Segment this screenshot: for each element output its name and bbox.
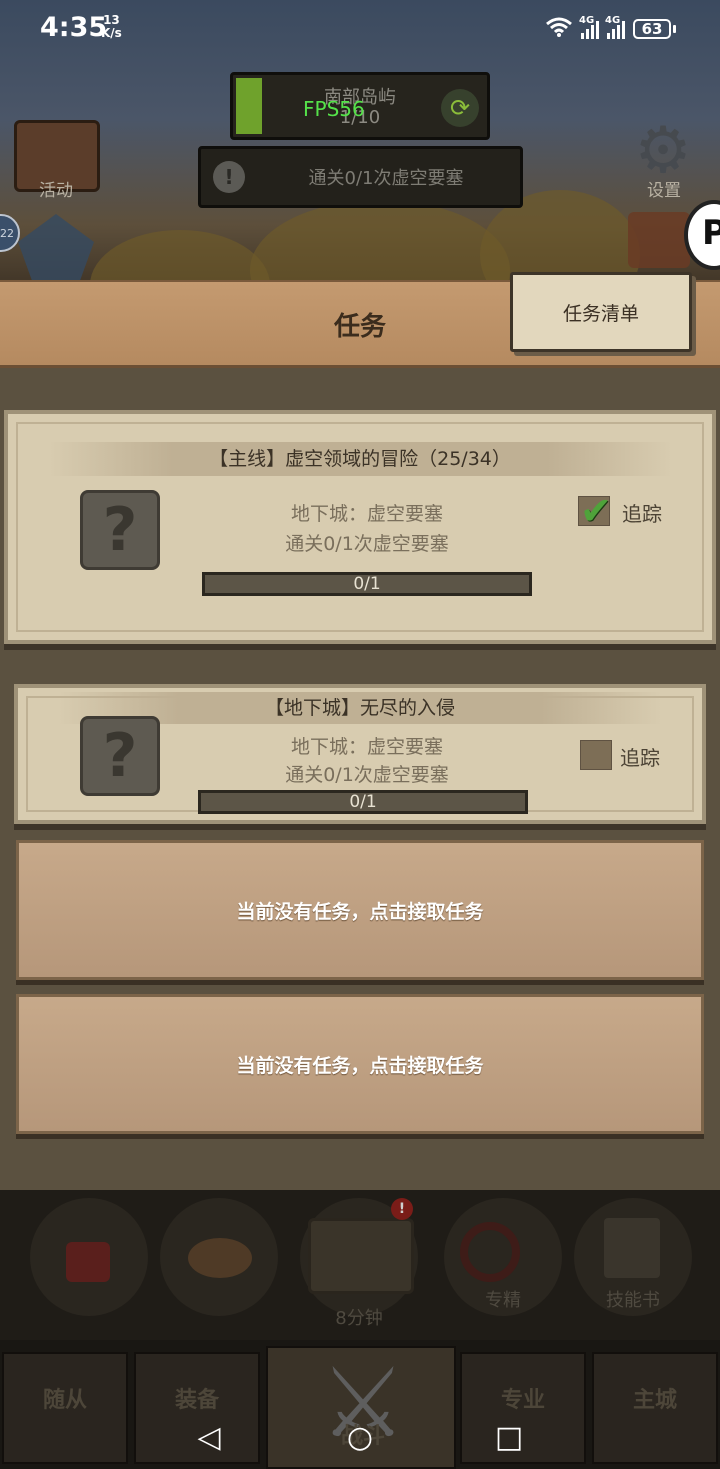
settings-label: 设置 [647, 181, 681, 201]
quest-progress-bar: 0/1 [202, 572, 532, 596]
food-slot[interactable] [160, 1198, 278, 1316]
status-bar: 4:35 13 K/s 4G 4G 63 [0, 0, 720, 60]
quest-progress-bar: 0/1 [198, 790, 528, 814]
fps-counter: FPS56 [303, 97, 365, 121]
empty-quest-slot[interactable]: 当前没有任务，点击接取任务 [16, 840, 704, 980]
track-checkbox[interactable]: ✔ [578, 489, 612, 533]
unknown-quest-icon: ? [80, 490, 160, 570]
quest-location: 地下城：虚空要塞 [290, 736, 443, 758]
quest-hint-bar[interactable]: ! 通关0/1次虚空要塞 [198, 146, 523, 208]
book-icon [604, 1218, 660, 1278]
track-checkbox[interactable] [580, 740, 612, 770]
potion-slot[interactable] [30, 1198, 148, 1316]
cell-signal-icon: 4G [605, 15, 625, 39]
skillbook-label: 技能书 [606, 1290, 660, 1311]
region-panel: 南部岛屿 1/10 FPS56 ⟳ [230, 72, 490, 140]
activity-button[interactable]: 活动 [14, 120, 100, 201]
quest-objective: 通关0/1次虚空要塞 [285, 764, 449, 786]
network-speed: 13 K/s [101, 14, 122, 40]
signal-type-label: 4G [605, 15, 621, 26]
bottom-dock: ! 8分钟 专精 技能书 [0, 1190, 720, 1340]
specialize-icon [460, 1222, 520, 1282]
quest-hint-text: 通关0/1次虚空要塞 [308, 168, 464, 189]
backpack-icon[interactable] [628, 212, 690, 268]
battery-tip [673, 25, 676, 33]
check-icon: ✔ [580, 489, 612, 533]
chest-timer: 8分钟 [335, 1308, 383, 1329]
quest-panel: 任务 任务清单 【主线】虚空领域的冒险（25/34） ? 地下城：虚空要塞 通关… [0, 272, 720, 1190]
quest-card[interactable]: 【主线】虚空领域的冒险（25/34） ? 地下城：虚空要塞 通关0/1次虚空要塞… [4, 410, 716, 644]
quest-card[interactable]: 【地下城】无尽的入侵 ? 地下城：虚空要塞 通关0/1次虚空要塞 0/1 追踪 [14, 684, 706, 824]
network-speed-unit: K/s [101, 26, 122, 40]
unknown-quest-icon: ? [80, 716, 160, 796]
treasure-chest-icon [308, 1218, 414, 1294]
alert-badge: ! [391, 1198, 413, 1220]
quest-objective: 通关0/1次虚空要塞 [285, 533, 449, 555]
specialize-label: 专精 [485, 1290, 521, 1311]
system-icons: 4G 4G 63 [545, 15, 676, 42]
system-navigation-bar: ◁ ○ □ [0, 1404, 720, 1469]
battery-icon: 63 [633, 19, 671, 39]
potion-icon [66, 1242, 110, 1282]
activity-label: 活动 [39, 181, 73, 201]
bread-icon [188, 1238, 252, 1278]
quest-location: 地下城：虚空要塞 [290, 503, 443, 525]
recent-apps-icon[interactable]: □ [484, 1412, 534, 1462]
settings-button[interactable]: ⚙ 设置 [622, 116, 706, 201]
quest-title: 【主线】虚空领域的冒险（25/34） [48, 442, 672, 476]
wifi-icon [545, 16, 573, 42]
clock: 4:35 [40, 12, 108, 43]
back-icon[interactable]: ◁ [184, 1412, 234, 1462]
alert-icon: ! [213, 161, 245, 193]
refresh-icon[interactable]: ⟳ [441, 89, 479, 127]
cell-signal-icon: 4G [579, 15, 599, 39]
signal-type-label: 4G [579, 15, 595, 26]
track-label: 追踪 [622, 502, 662, 526]
home-icon[interactable]: ○ [335, 1412, 385, 1462]
empty-quest-slot[interactable]: 当前没有任务，点击接取任务 [16, 994, 704, 1134]
quest-list-button[interactable]: 任务清单 [510, 272, 692, 352]
track-label: 追踪 [620, 746, 660, 770]
